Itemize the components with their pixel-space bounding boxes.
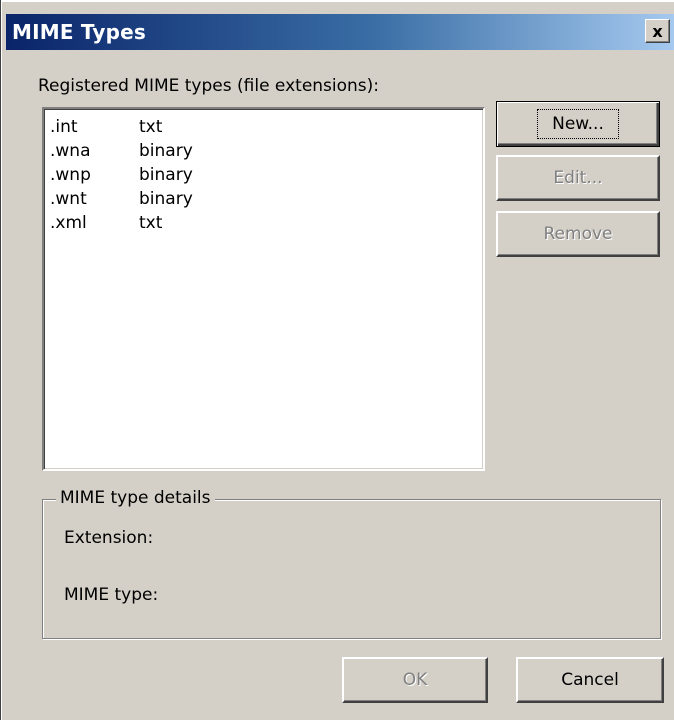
cancel-button-label: Cancel — [561, 670, 619, 690]
list-item[interactable]: .wnt binary — [44, 187, 483, 211]
mime-type-label: MIME type: — [64, 585, 159, 605]
list-item-type: binary — [139, 141, 193, 161]
list-item[interactable]: .wna binary — [44, 139, 483, 163]
dialog-title: MIME Types — [12, 20, 146, 44]
extension-label: Extension: — [64, 528, 154, 548]
cancel-button[interactable]: Cancel — [516, 657, 664, 703]
title-bar[interactable]: MIME Types x — [6, 14, 674, 50]
list-item-type: txt — [139, 117, 163, 137]
list-item[interactable]: .wnp binary — [44, 163, 483, 187]
edit-button-label: Edit... — [553, 168, 603, 188]
ok-button[interactable]: OK — [342, 657, 488, 703]
new-button-label: New... — [537, 109, 619, 139]
mime-type-details-group — [42, 499, 661, 639]
mime-types-dialog: MIME Types x Registered MIME types (file… — [0, 0, 674, 720]
list-item[interactable]: .xml txt — [44, 211, 483, 235]
list-item-extension: .wnt — [50, 189, 87, 209]
registered-types-label: Registered MIME types (file extensions): — [38, 76, 380, 96]
remove-button[interactable]: Remove — [496, 211, 660, 257]
mime-types-listbox[interactable]: .int txt .wna binary .wnp binary .wnt bi… — [42, 107, 485, 471]
ok-button-label: OK — [402, 670, 428, 690]
close-icon: x — [652, 21, 663, 41]
new-button[interactable]: New... — [496, 101, 660, 147]
list-item-extension: .wnp — [50, 165, 91, 185]
remove-button-label: Remove — [543, 224, 613, 244]
list-item[interactable]: .int txt — [44, 115, 483, 139]
list-item-extension: .wna — [50, 141, 91, 161]
list-item-extension: .xml — [50, 213, 87, 233]
list-item-extension: .int — [50, 117, 78, 137]
close-button[interactable]: x — [645, 19, 670, 43]
details-group-title: MIME type details — [56, 488, 215, 508]
list-item-type: binary — [139, 165, 193, 185]
edit-button[interactable]: Edit... — [496, 155, 660, 201]
list-item-type: binary — [139, 189, 193, 209]
list-item-type: txt — [139, 213, 163, 233]
